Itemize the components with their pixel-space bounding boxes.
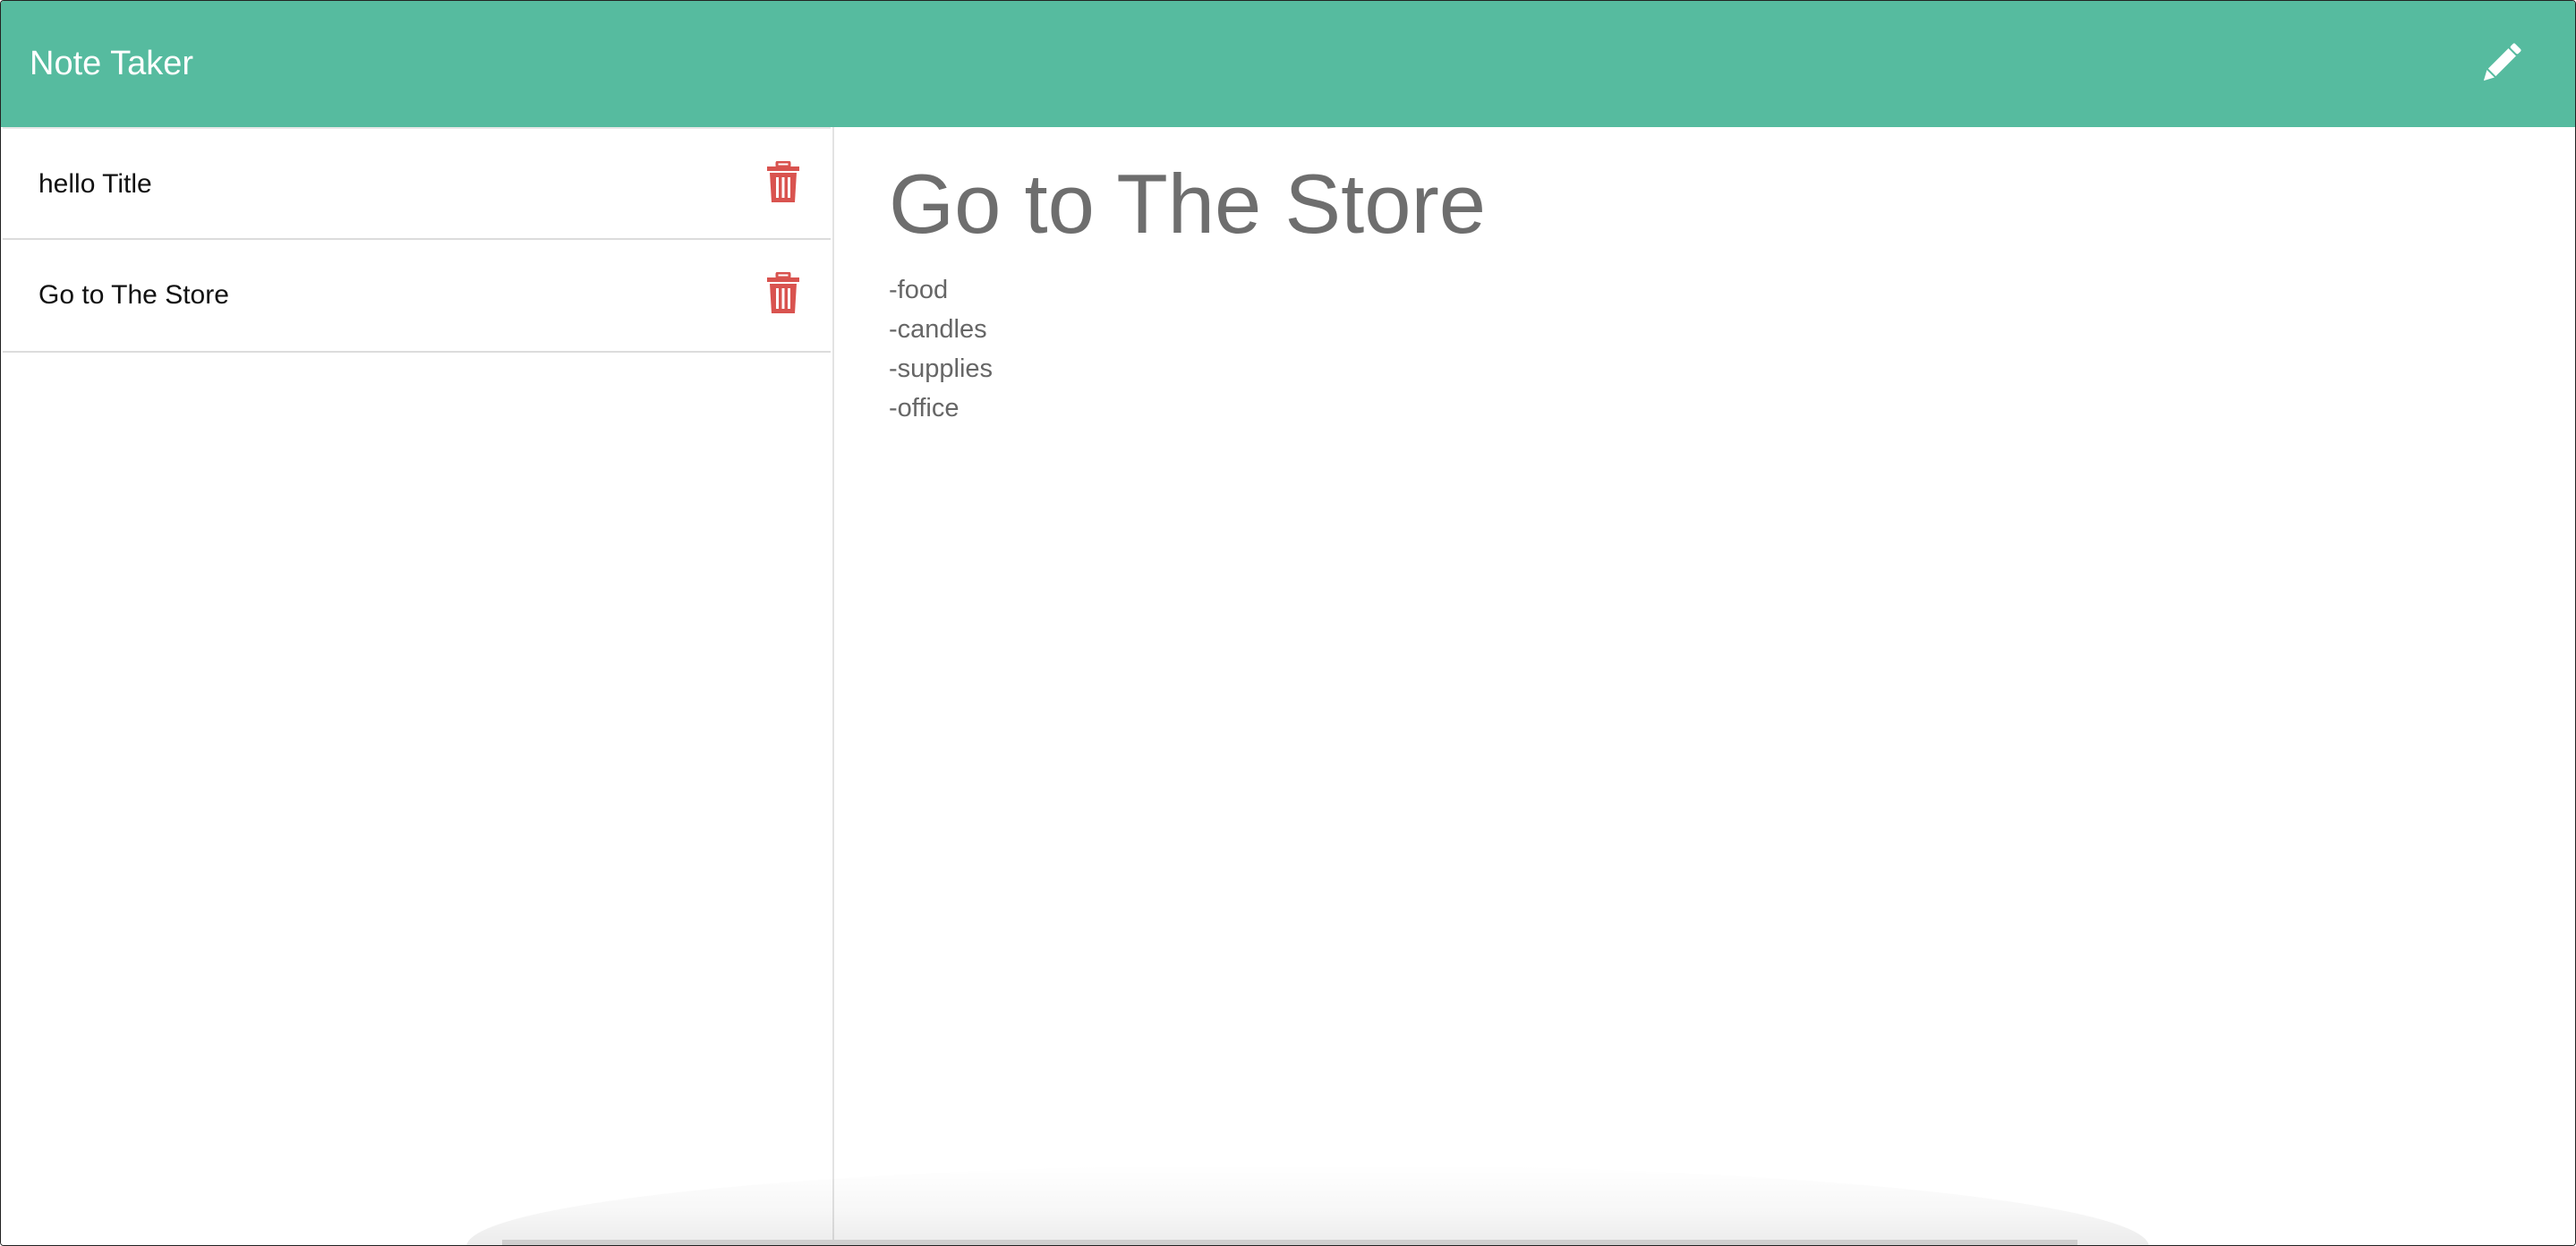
note-title-field[interactable]: Go to The Store: [889, 150, 1486, 258]
note-list-item-title: Go to The Store: [38, 280, 229, 310]
app-window: Note Taker hello Title Go to The Store G…: [0, 0, 2576, 1246]
note-list-item[interactable]: Go to The Store: [3, 240, 831, 353]
navbar: Note Taker: [1, 1, 2575, 127]
note-list: hello Title Go to The Store: [1, 127, 832, 353]
delete-note-button[interactable]: [765, 271, 801, 315]
pencil-icon: [2483, 43, 2521, 81]
brand-link[interactable]: Note Taker: [30, 40, 193, 87]
note-list-item-title: hello Title: [38, 169, 152, 199]
note-text-field[interactable]: -food -candles -supplies -office: [889, 270, 993, 428]
trash-icon: [767, 160, 799, 202]
note-list-item[interactable]: hello Title: [3, 127, 831, 240]
note-list-panel: hello Title Go to The Store: [1, 127, 834, 1245]
note-detail-panel: Go to The Store -food -candles -supplies…: [834, 127, 2575, 1245]
trash-icon: [767, 271, 799, 313]
delete-note-button[interactable]: [765, 160, 801, 204]
new-note-button[interactable]: [2471, 37, 2530, 90]
